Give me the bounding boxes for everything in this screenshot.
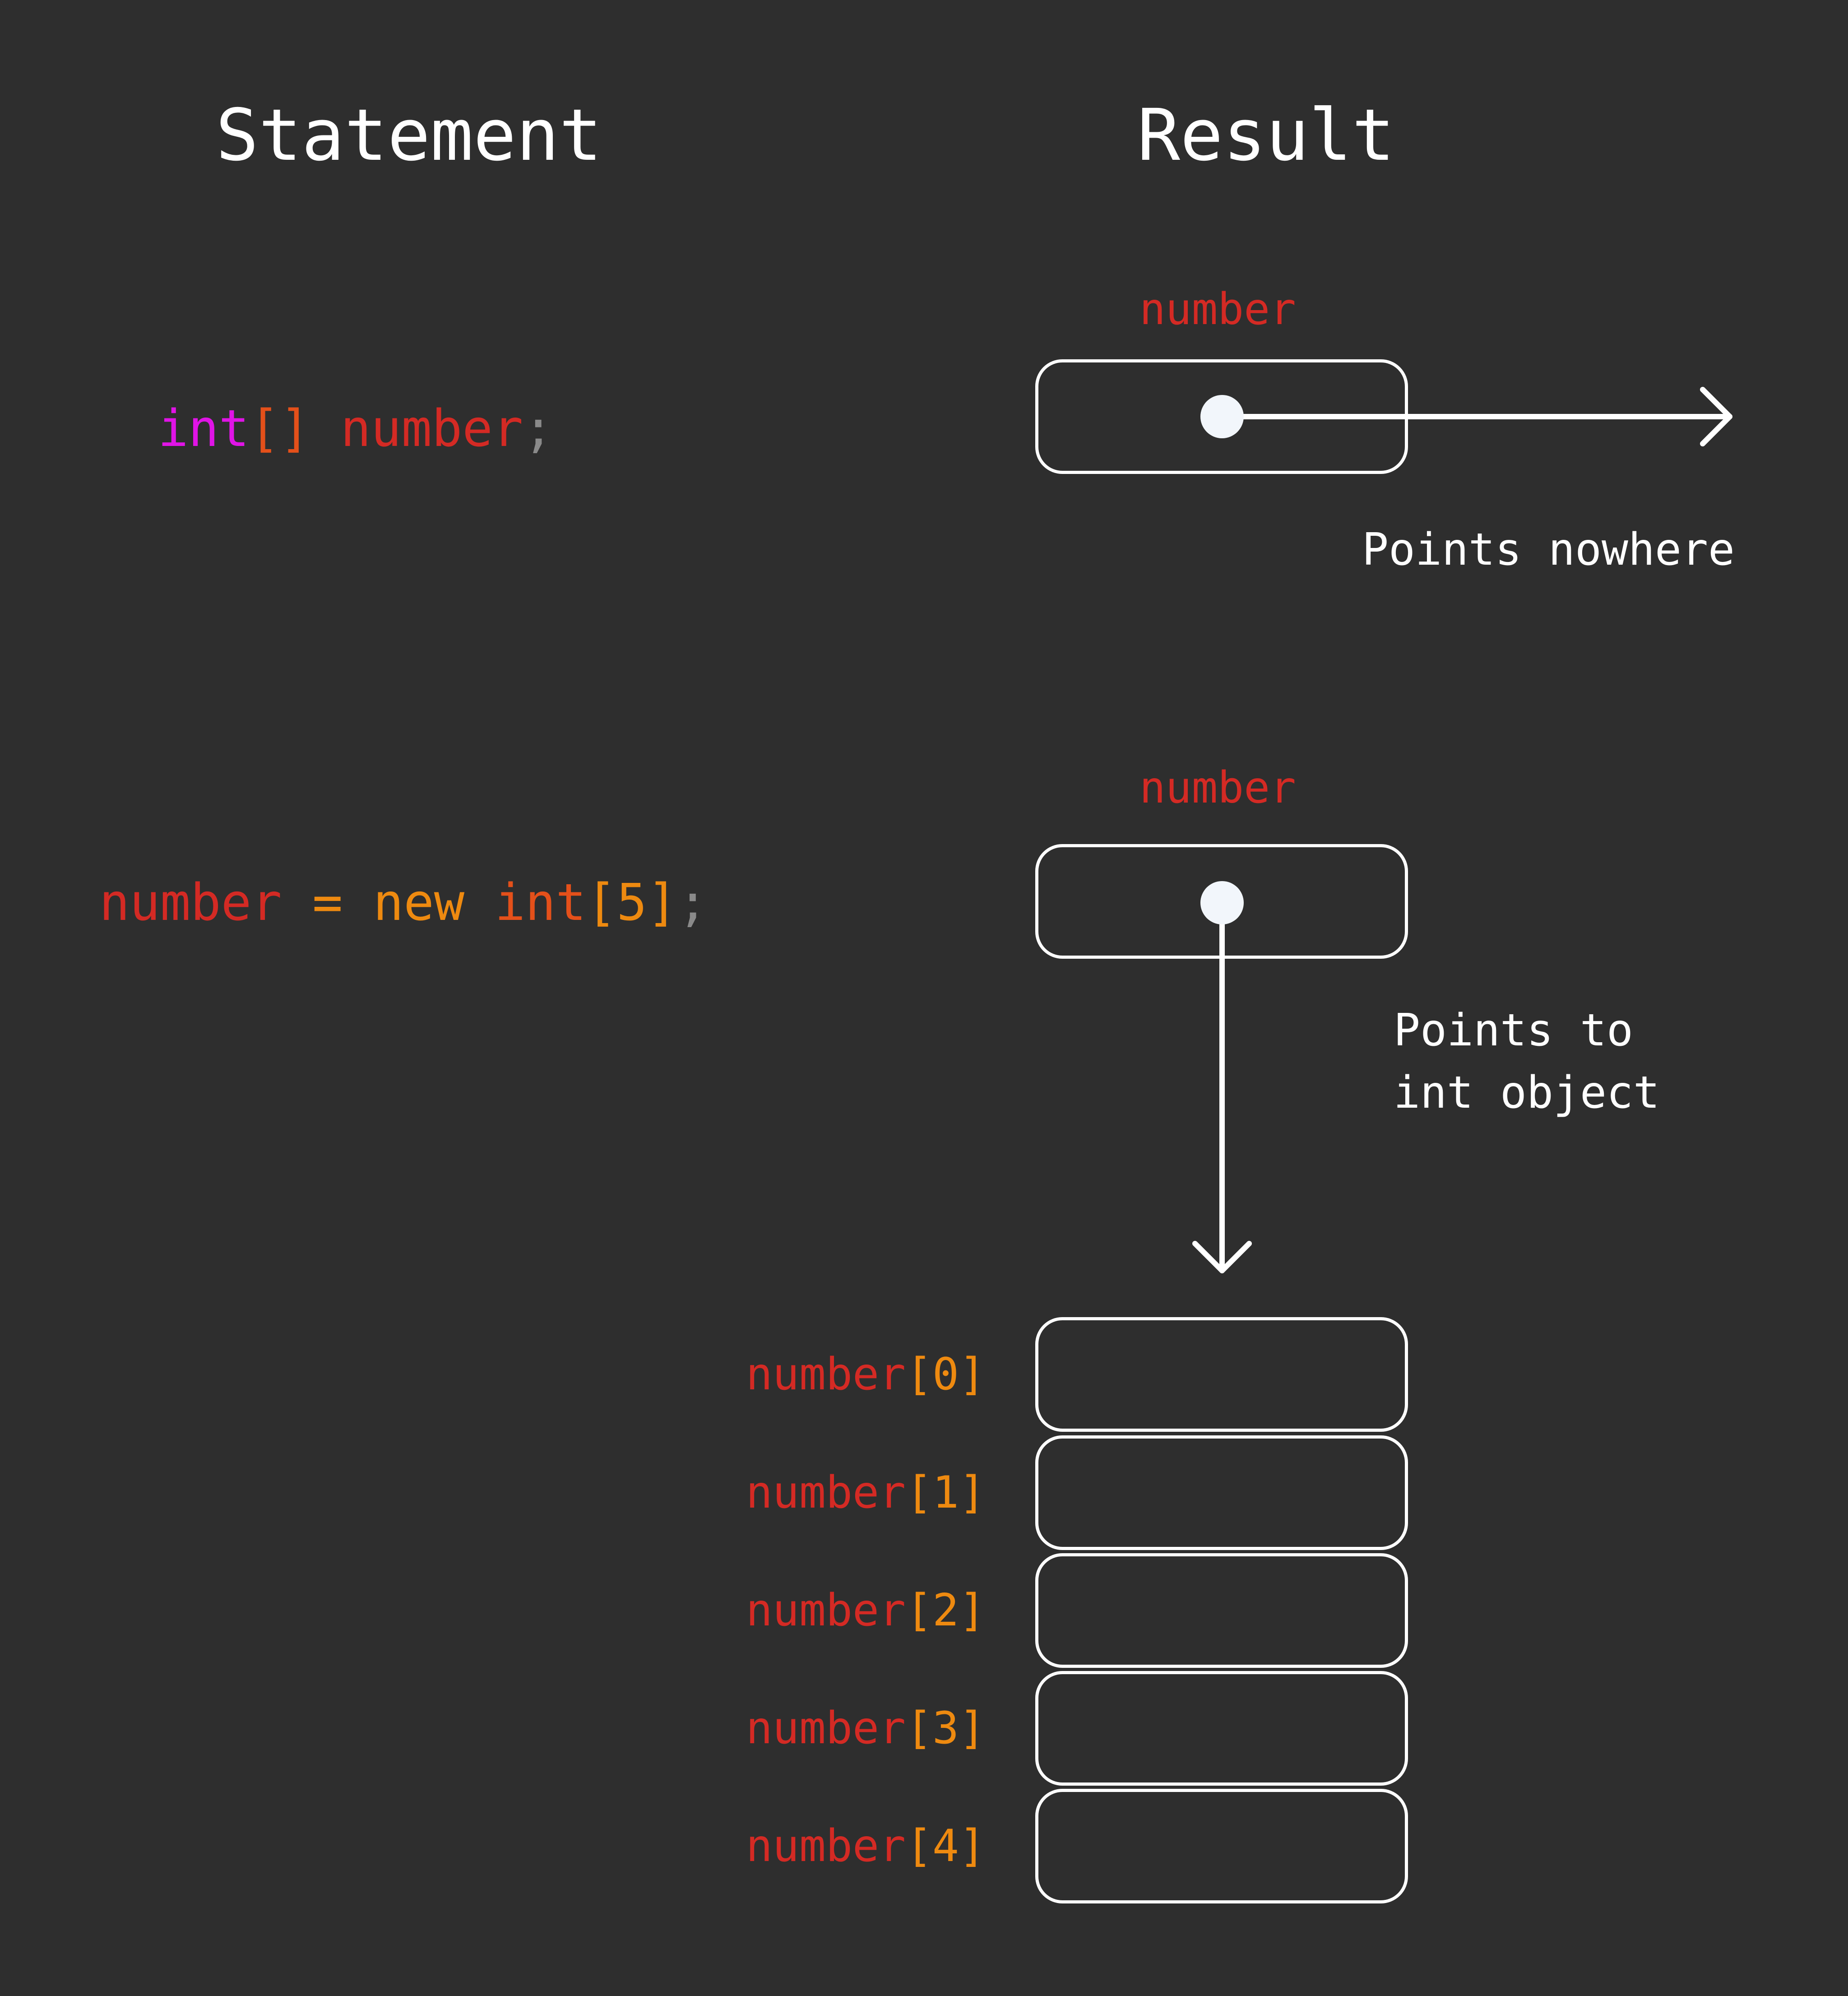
array-pointer-dot (1200, 881, 1244, 924)
null-pointer-dot (1200, 395, 1244, 438)
pointer-arrows (1192, 387, 1732, 1273)
diagram-canvas: Statement Result int[] number; number = … (0, 0, 1848, 1996)
